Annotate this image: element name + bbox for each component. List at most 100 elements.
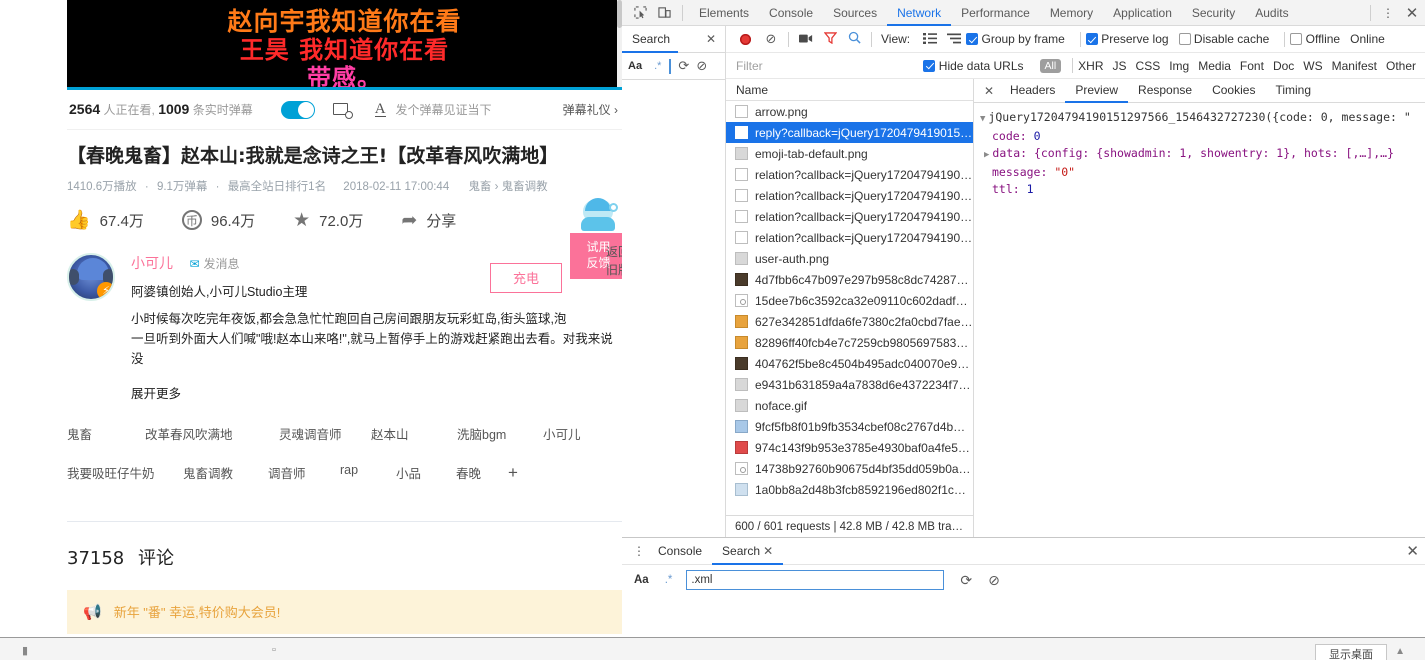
- preserve-log-checkbox[interactable]: Preserve log: [1085, 32, 1169, 46]
- clear-requests-icon[interactable]: ⊘: [759, 31, 783, 47]
- online-throttle-select[interactable]: Online: [1350, 32, 1385, 46]
- group-view-icon[interactable]: [942, 32, 966, 47]
- tag-item[interactable]: 我要吸旺仔牛奶: [67, 463, 183, 483]
- table-row[interactable]: relation?callback=jQuery17204794190…: [726, 227, 973, 248]
- table-row[interactable]: emoji-tab-default.png: [726, 143, 973, 164]
- expand-triangle-icon[interactable]: ▼: [980, 111, 985, 128]
- expand-more-button[interactable]: 展开更多: [131, 383, 622, 402]
- table-row[interactable]: 627e342851dfda6fe7380c2fa0cbd7fae…: [726, 311, 973, 332]
- type-filter-js[interactable]: JS: [1113, 59, 1127, 73]
- table-row[interactable]: 1a0bb8a2d48b3fcb8592196ed802f1c…: [726, 479, 973, 500]
- danmaku-input[interactable]: 发个弹幕见证当下: [396, 101, 492, 118]
- tag-item[interactable]: 灵魂调音师: [279, 424, 371, 443]
- table-row[interactable]: relation?callback=jQuery17204794190…: [726, 206, 973, 227]
- promo-notice[interactable]: 📢 新年 "番" 幸运,特价购大会员!: [67, 589, 622, 634]
- tag-item[interactable]: 春晚: [456, 463, 508, 483]
- drawer-close-icon[interactable]: ✕: [1406, 542, 1419, 560]
- inspect-element-icon[interactable]: [628, 1, 652, 25]
- danmaku-settings-icon[interactable]: [332, 102, 353, 119]
- detail-tab-cookies[interactable]: Cookies: [1202, 79, 1265, 103]
- detail-tab-response[interactable]: Response: [1128, 79, 1202, 103]
- avatar[interactable]: ⚡: [67, 252, 115, 301]
- tag-item[interactable]: 赵本山: [371, 424, 457, 443]
- tab-performance[interactable]: Performance: [951, 0, 1040, 26]
- request-list-body[interactable]: arrow.png reply?callback=jQuery172047941…: [726, 101, 973, 515]
- back-to-old-version-button[interactable]: 返回 旧版: [595, 243, 622, 279]
- drawer-tab-search[interactable]: Search ✕: [712, 538, 783, 565]
- drawer-more-icon[interactable]: ⋮: [630, 544, 648, 558]
- tab-memory[interactable]: Memory: [1040, 0, 1103, 26]
- video-player[interactable]: 赵向宇我知道你在看 王昊 我知道你在看 带感。: [67, 0, 622, 90]
- filter-icon[interactable]: [818, 31, 842, 47]
- like-button[interactable]: 👍 67.4万: [67, 210, 144, 231]
- tab-network[interactable]: Network: [887, 0, 951, 26]
- table-row[interactable]: relation?callback=jQuery17204794190…: [726, 185, 973, 206]
- tag-item[interactable]: 调音师: [268, 463, 340, 483]
- match-case-icon[interactable]: Aa: [628, 60, 642, 72]
- tab-elements[interactable]: Elements: [689, 0, 759, 26]
- filter-input[interactable]: Filter: [736, 59, 923, 73]
- offline-checkbox[interactable]: Offline: [1290, 32, 1340, 46]
- type-filter-xhr[interactable]: XHR: [1078, 59, 1103, 73]
- feedback-widget[interactable]: 试用 反馈 + 返回 旧版: [570, 197, 622, 280]
- type-filter-ws[interactable]: WS: [1303, 59, 1322, 73]
- toggle-device-toolbar-icon[interactable]: [652, 1, 676, 25]
- search-icon[interactable]: [842, 31, 866, 47]
- type-filter-all[interactable]: All: [1039, 58, 1062, 73]
- tag-item[interactable]: 小可儿: [543, 424, 603, 443]
- disable-cache-checkbox[interactable]: Disable cache: [1178, 32, 1269, 46]
- add-tag-button[interactable]: +: [508, 463, 518, 483]
- tag-item[interactable]: 鬼畜调教: [183, 463, 268, 483]
- use-regex-icon[interactable]: .*: [654, 60, 661, 72]
- type-filter-font[interactable]: Font: [1240, 59, 1264, 73]
- type-filter-other[interactable]: Other: [1386, 59, 1416, 73]
- table-row[interactable]: e9431b631859a4a7838d6e4372234f7…: [726, 374, 973, 395]
- collapse-triangle-icon[interactable]: ▶: [984, 147, 989, 164]
- tab-audits[interactable]: Audits: [1245, 0, 1298, 26]
- show-desktop-button[interactable]: 显示桌面: [1315, 644, 1387, 660]
- more-options-icon[interactable]: ⋮: [1377, 6, 1399, 20]
- table-row[interactable]: arrow.png: [726, 101, 973, 122]
- preview-data-line[interactable]: ▶ data: {config: {showadmin: 1, showentry…: [980, 145, 1425, 164]
- danmaku-font-icon[interactable]: A: [374, 102, 386, 117]
- refresh-icon[interactable]: ⟳: [678, 58, 689, 74]
- type-filter-css[interactable]: CSS: [1136, 59, 1161, 73]
- tag-item[interactable]: 洗脑bgm: [457, 424, 543, 443]
- clear-icon[interactable]: ⊘: [696, 58, 707, 74]
- category-breadcrumb[interactable]: 鬼畜 › 鬼畜调教: [468, 181, 547, 193]
- drawer-tab-search-close-icon[interactable]: ✕: [763, 544, 773, 558]
- table-row[interactable]: noface.gif: [726, 395, 973, 416]
- tab-sources[interactable]: Sources: [823, 0, 887, 26]
- drawer-refresh-icon[interactable]: ⟳: [960, 572, 972, 589]
- table-row[interactable]: relation?callback=jQuery17204794190…: [726, 164, 973, 185]
- search-sidebar-close-icon[interactable]: ✕: [706, 32, 725, 46]
- table-row[interactable]: reply?callback=jQuery1720479419015…: [726, 122, 973, 143]
- detail-tab-headers[interactable]: Headers: [1000, 79, 1065, 103]
- table-row[interactable]: 15dee7b6c3592ca32e09110c602dadf…: [726, 290, 973, 311]
- tag-item[interactable]: 小品: [396, 463, 456, 483]
- table-row[interactable]: 4d7fbb6c47b097e297b958c8dc74287…: [726, 269, 973, 290]
- coin-button[interactable]: 币 96.4万: [181, 210, 255, 231]
- taskbar-item-1[interactable]: ▮: [22, 644, 28, 657]
- taskbar-arrow-icon[interactable]: ▲: [1395, 646, 1405, 657]
- table-row[interactable]: 14738b92760b90675d4bf35dd059b0a…: [726, 458, 973, 479]
- send-message-link[interactable]: ✉ 发消息: [189, 257, 239, 271]
- table-row[interactable]: 82896ff40fcb4e7c7259cb9805697583…: [726, 332, 973, 353]
- request-list-header[interactable]: Name: [726, 79, 973, 101]
- search-sidebar-tab[interactable]: Search: [622, 26, 678, 53]
- favorite-button[interactable]: ★ 72.0万: [293, 210, 363, 231]
- type-filter-manifest[interactable]: Manifest: [1332, 59, 1377, 73]
- table-row[interactable]: 404762f5be8c4504b495adc040070e9…: [726, 353, 973, 374]
- tag-item[interactable]: 鬼畜: [67, 424, 145, 443]
- video-progress-bar[interactable]: [67, 87, 622, 90]
- screenshot-capture-icon[interactable]: [794, 32, 818, 47]
- list-view-icon[interactable]: [918, 32, 942, 47]
- hide-data-urls-checkbox[interactable]: Hide data URLs: [923, 59, 1024, 73]
- table-row[interactable]: 974c143f9b953e3785e4930baf0a4fe5…: [726, 437, 973, 458]
- charge-button[interactable]: 充电: [490, 262, 562, 293]
- share-button[interactable]: ➦ 分享: [401, 210, 456, 231]
- preview-content[interactable]: ▼ jQuery17204794190151297566_154643272723…: [974, 103, 1425, 537]
- preview-root-line[interactable]: ▼ jQuery17204794190151297566_154643272723…: [980, 109, 1425, 128]
- table-row[interactable]: user-auth.png: [726, 248, 973, 269]
- drawer-match-case-icon[interactable]: Aa: [634, 574, 649, 586]
